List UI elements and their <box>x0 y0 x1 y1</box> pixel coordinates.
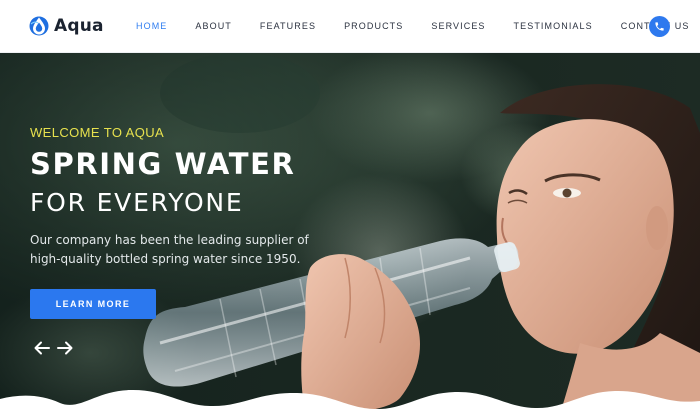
main-nav: HOME ABOUT FEATURES PRODUCTS SERVICES TE… <box>136 0 700 53</box>
nav-item-services[interactable]: SERVICES <box>431 0 485 53</box>
nav-item-testimonials[interactable]: TESTIMONIALS <box>514 0 593 53</box>
nav-item-products[interactable]: PRODUCTS <box>344 0 403 53</box>
hero-eyebrow: WELCOME TO AQUA <box>30 125 165 140</box>
nav-item-home[interactable]: HOME <box>136 0 167 53</box>
learn-more-button[interactable]: LEARN MORE <box>30 289 156 319</box>
hero-subheadline: FOR EVERYONE <box>30 188 244 217</box>
brand-logo[interactable]: Aqua <box>29 15 104 37</box>
phone-icon <box>655 22 664 31</box>
phone-button[interactable] <box>649 16 670 37</box>
hero-description: Our company has been the leading supplie… <box>30 233 309 266</box>
nav-item-about[interactable]: ABOUT <box>195 0 232 53</box>
site-header: Aqua HOME ABOUT FEATURES PRODUCTS SERVIC… <box>0 0 700 53</box>
slider-arrows <box>33 340 79 356</box>
water-drop-globe-icon <box>29 16 49 36</box>
arrow-left-icon[interactable] <box>33 340 51 356</box>
nav-item-features[interactable]: FEATURES <box>260 0 316 53</box>
arrow-right-icon[interactable] <box>56 340 74 356</box>
hero-headline: SPRING WATER <box>30 147 296 181</box>
hero-slider: WELCOME TO AQUA SPRING WATER FOR EVERYON… <box>0 53 700 414</box>
brand-name: Aqua <box>54 16 104 36</box>
